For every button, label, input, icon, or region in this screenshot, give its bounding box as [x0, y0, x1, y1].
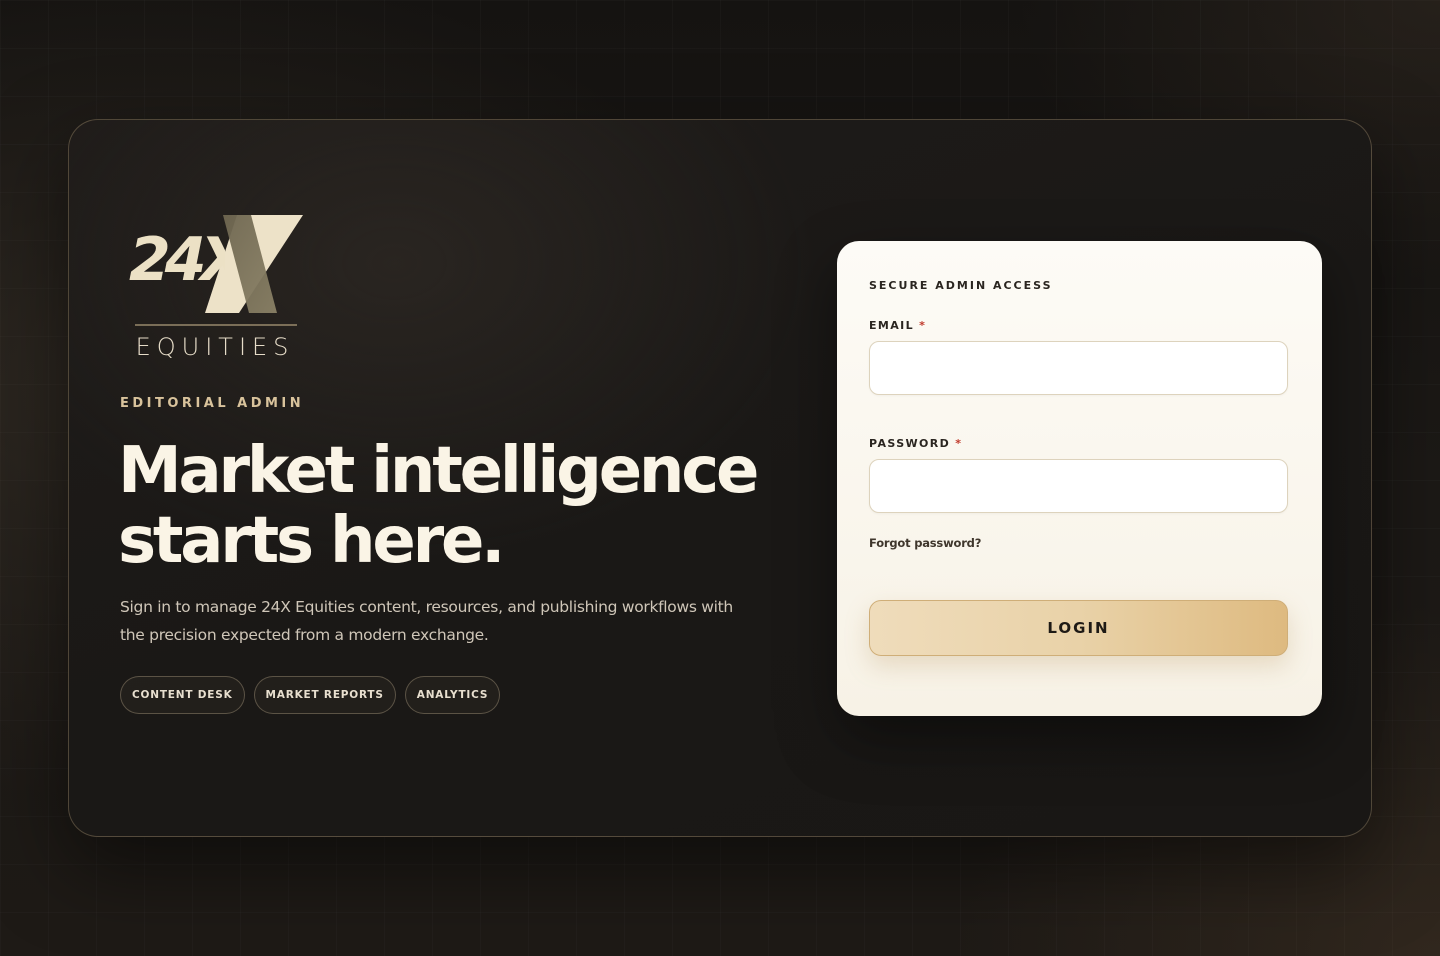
headline-line-2: starts here. — [118, 504, 505, 578]
email-label-text: EMAIL — [869, 319, 915, 332]
section-kicker: EDITORIAL ADMIN — [120, 396, 305, 411]
page-headline: Market intelligence starts here. — [118, 436, 778, 576]
login-shell: 24X EQUITIES EDITORIAL ADMIN Market inte… — [68, 119, 1372, 837]
login-card-title: SECURE ADMIN ACCESS — [869, 279, 1053, 292]
chip-analytics[interactable]: ANALYTICS — [404, 676, 501, 714]
chip-content-desk[interactable]: CONTENT DESK — [120, 676, 245, 714]
forgot-password-link[interactable]: Forgot password? — [869, 536, 981, 550]
password-label: PASSWORD * — [869, 437, 962, 450]
email-label: EMAIL * — [869, 319, 926, 332]
feature-chips: CONTENT DESK MARKET REPORTS ANALYTICS — [120, 676, 501, 714]
hero-description: Sign in to manage 24X Equities content, … — [120, 598, 733, 644]
email-required-mark: * — [919, 319, 927, 332]
email-field[interactable] — [869, 341, 1288, 395]
password-field[interactable] — [869, 459, 1288, 513]
login-button[interactable]: LOGIN — [869, 600, 1288, 656]
chip-market-reports[interactable]: MARKET REPORTS — [253, 676, 396, 714]
password-label-text: PASSWORD — [869, 437, 951, 450]
password-required-mark: * — [955, 437, 963, 450]
logo-wordmark: EQUITIES — [135, 333, 295, 361]
logo-numerals: 24X — [129, 225, 225, 295]
headline-line-1: Market intelligence — [118, 434, 759, 508]
brand-logo: 24X EQUITIES — [127, 215, 303, 365]
login-card: SECURE ADMIN ACCESS EMAIL * PASSWORD * For… — [837, 241, 1322, 716]
